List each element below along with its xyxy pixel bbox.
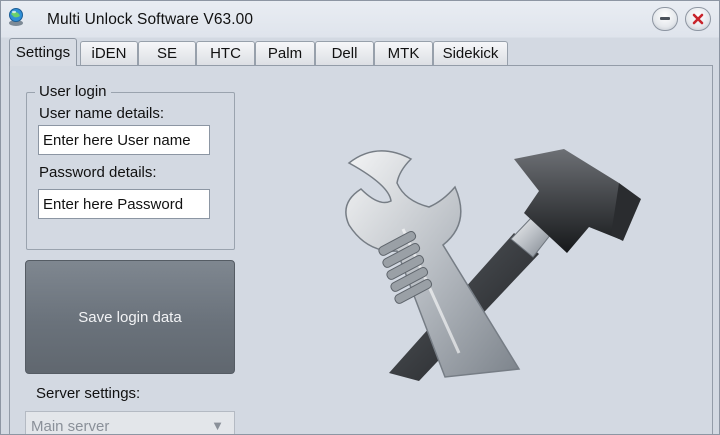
tab-palm[interactable]: Palm <box>255 41 315 65</box>
tab-label: HTC <box>210 45 241 62</box>
tab-dell[interactable]: Dell <box>315 41 374 65</box>
tab-iden[interactable]: iDEN <box>80 41 138 65</box>
title-bar: Multi Unlock Software V63.00 <box>1 1 719 37</box>
tab-label: MTK <box>387 45 420 62</box>
server-select[interactable]: Main server ▼ <box>25 411 235 435</box>
chevron-down-icon: ▼ <box>211 418 224 433</box>
tab-label: Palm <box>267 45 303 62</box>
password-field[interactable]: Enter here Password <box>38 189 210 219</box>
tab-mtk[interactable]: MTK <box>374 41 433 65</box>
tab-label: Dell <box>331 45 358 62</box>
close-button[interactable] <box>685 7 711 31</box>
app-window: Multi Unlock Software V63.00 Settings iD… <box>0 0 720 435</box>
wrench-hammer-icon <box>345 149 641 381</box>
minimize-icon <box>660 17 670 20</box>
user-login-title: User login <box>35 83 111 100</box>
username-label: User name details: <box>39 105 165 122</box>
close-icon <box>692 13 704 25</box>
tab-label: Settings <box>15 44 71 61</box>
username-field[interactable]: Enter here User name <box>38 125 210 155</box>
app-globe-icon <box>9 8 23 26</box>
tab-label: iDEN <box>91 45 127 62</box>
tab-se[interactable]: SE <box>138 41 196 65</box>
password-label: Password details: <box>39 164 157 181</box>
minimize-button[interactable] <box>652 7 678 31</box>
tab-sidekick[interactable]: Sidekick <box>433 41 508 65</box>
tab-settings[interactable]: Settings <box>9 38 77 66</box>
save-login-button[interactable]: Save login data <box>25 260 235 374</box>
window-title: Multi Unlock Software V63.00 <box>47 11 254 28</box>
server-settings-label: Server settings: <box>36 385 141 402</box>
server-select-value: Main server <box>31 418 110 435</box>
save-login-label: Save login data <box>78 308 182 326</box>
tab-label: Sidekick <box>442 45 499 62</box>
tab-htc[interactable]: HTC <box>196 41 255 65</box>
tab-label: SE <box>156 45 177 62</box>
